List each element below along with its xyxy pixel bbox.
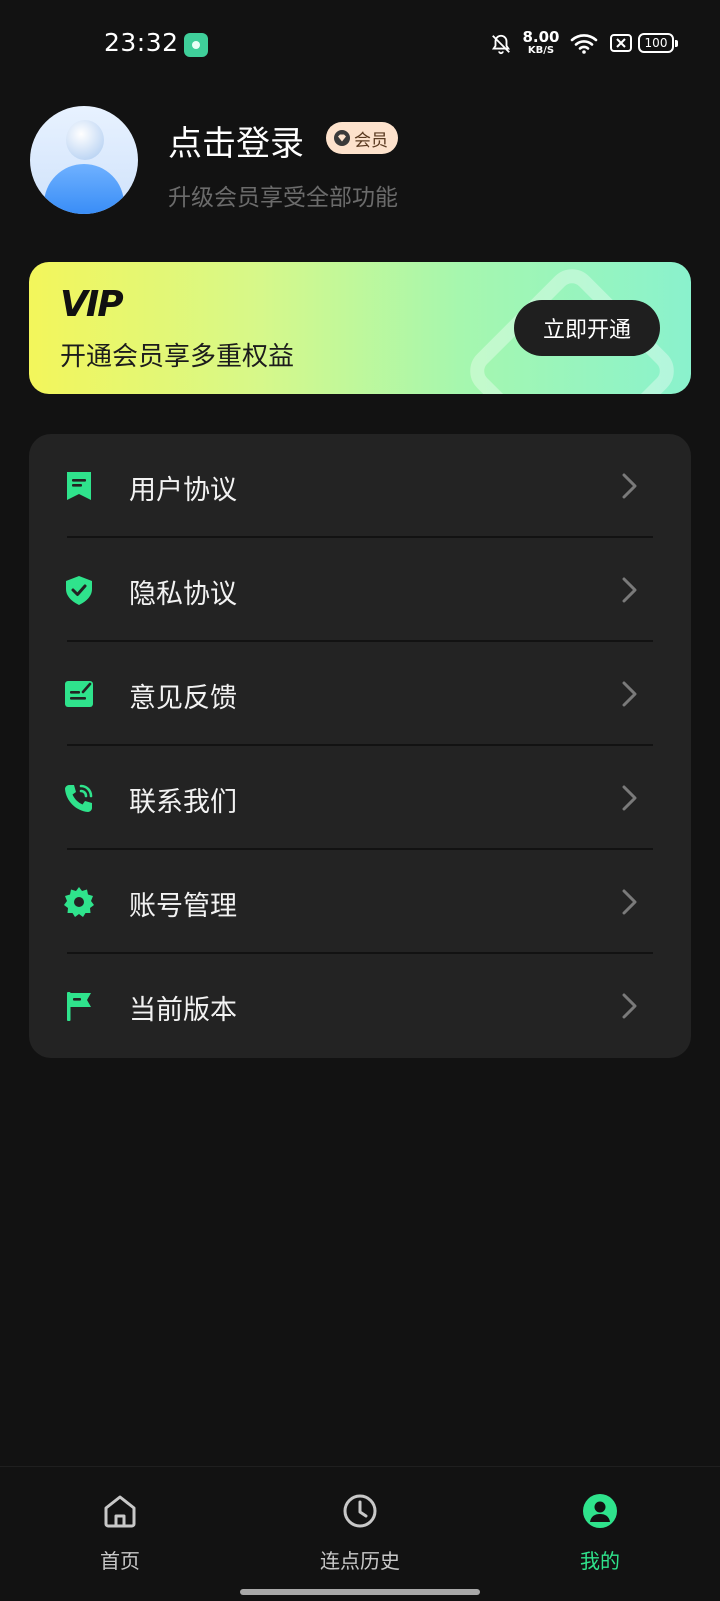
menu-label: 联系我们: [129, 787, 237, 818]
gear-icon: [64, 887, 94, 917]
gem-icon: [334, 130, 350, 146]
app-notification-icon: [184, 33, 208, 57]
menu-item-contact-us[interactable]: 联系我们: [29, 746, 691, 850]
avatar-head: [66, 120, 104, 160]
menu-item-user-agreement[interactable]: 用户协议: [29, 434, 691, 538]
status-bar: 23:32 8.00 KB/S 100: [0, 0, 720, 90]
nav-profile[interactable]: 我的: [480, 1467, 720, 1601]
chevron-right-icon: [622, 993, 637, 1019]
nav-home-label: 首页: [100, 1549, 140, 1573]
shield-check-icon: [66, 576, 92, 605]
net-speed: 8.00 KB/S: [520, 30, 562, 56]
chevron-right-icon: [622, 577, 637, 603]
login-title[interactable]: 点击登录: [168, 116, 304, 165]
chevron-right-icon: [622, 785, 637, 811]
bell-muted-icon: [491, 34, 511, 55]
member-badge-label: 会员: [354, 130, 388, 151]
chevron-right-icon: [622, 889, 637, 915]
home-indicator[interactable]: [240, 1589, 480, 1595]
profile-icon: [583, 1494, 617, 1528]
member-badge: 会员: [326, 122, 398, 154]
menu-label: 当前版本: [129, 995, 237, 1026]
nav-home[interactable]: 首页: [0, 1467, 240, 1601]
menu-label: 账号管理: [129, 891, 237, 922]
settings-menu: 用户协议 隐私协议 意见反馈 联系我们 账号管理 当前版本: [29, 434, 691, 1058]
login-subtitle: 升级会员享受全部功能: [168, 185, 398, 211]
menu-item-privacy[interactable]: 隐私协议: [29, 538, 691, 642]
menu-item-account[interactable]: 账号管理: [29, 850, 691, 954]
wifi-icon: [570, 34, 598, 54]
bookmark-doc-icon: [67, 472, 91, 500]
sim-disabled-icon: [610, 34, 632, 52]
net-speed-unit: KB/S: [527, 45, 555, 56]
feedback-edit-icon: [65, 681, 93, 707]
status-icons: 8.00 KB/S 100: [460, 0, 720, 90]
menu-label: 隐私协议: [129, 579, 237, 610]
status-time: 23:32: [104, 28, 179, 57]
vip-banner-text: 开通会员享多重权益: [60, 342, 295, 372]
flag-icon: [67, 992, 91, 1021]
nav-profile-label: 我的: [580, 1549, 620, 1573]
clock-icon: [343, 1494, 377, 1528]
menu-item-feedback[interactable]: 意见反馈: [29, 642, 691, 746]
vip-logo: VIP: [60, 284, 124, 325]
open-vip-button[interactable]: 立即开通: [514, 300, 660, 356]
nav-history-label: 连点历史: [320, 1549, 400, 1573]
chevron-right-icon: [622, 473, 637, 499]
nav-history[interactable]: 连点历史: [240, 1467, 480, 1601]
avatar-body: [44, 164, 124, 214]
chevron-right-icon: [622, 681, 637, 707]
menu-label: 意见反馈: [129, 683, 237, 714]
avatar[interactable]: [30, 106, 138, 214]
bottom-nav: 首页 连点历史 我的: [0, 1466, 720, 1601]
vip-banner[interactable]: VIP 开通会员享多重权益 立即开通: [29, 262, 691, 394]
battery-icon: 100: [638, 33, 678, 53]
net-speed-value: 8.00: [522, 28, 560, 46]
phone-call-icon: [65, 784, 93, 812]
menu-item-version[interactable]: 当前版本: [29, 954, 691, 1058]
menu-label: 用户协议: [129, 475, 237, 506]
home-icon: [104, 1495, 136, 1528]
